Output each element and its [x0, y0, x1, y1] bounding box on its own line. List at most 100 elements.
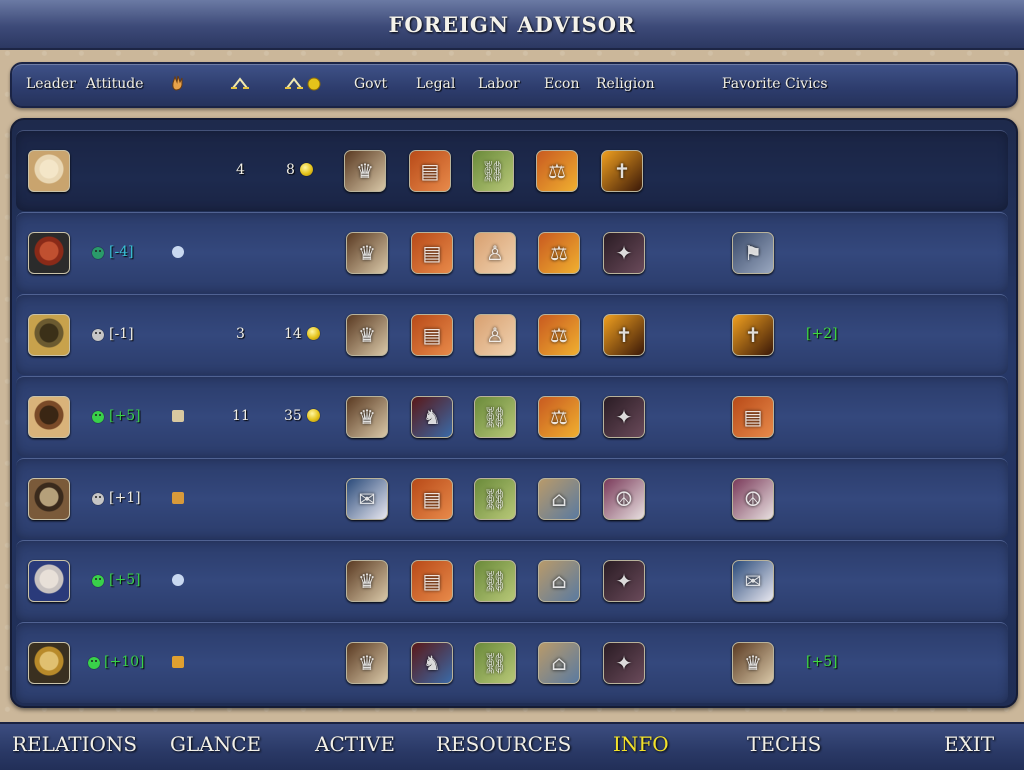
favorite-civic-pacifism-icon[interactable]: ☮: [732, 478, 774, 520]
header-religion: Religion: [596, 76, 655, 92]
civic-slavery-icon[interactable]: ⛓: [474, 396, 516, 438]
attitude-value: [+5]: [109, 572, 141, 588]
civic-representation-icon[interactable]: ✉: [346, 478, 388, 520]
civic-slavery-icon[interactable]: ⛓: [472, 150, 514, 192]
civic-organized-religion-icon[interactable]: ✦: [603, 560, 645, 602]
civic-glyph: ♛: [358, 569, 376, 593]
favorite-civic-theocracy-icon[interactable]: ✝: [732, 314, 774, 356]
nav-resources-button[interactable]: RESOURCES: [436, 732, 571, 756]
civic-glyph: ⌂: [551, 569, 567, 593]
leader-row: [+5] 11 35 ♛ ♞ ⛓ ⚖ ✦ ▤: [16, 376, 1008, 457]
civic-hereditary-rule-icon[interactable]: ♛: [346, 314, 388, 356]
defensive-pact-icon: [172, 410, 184, 422]
header-leader: Leader: [26, 76, 76, 92]
leader-portrait-hatshepsut[interactable]: [28, 642, 70, 684]
civic-glyph: ♛: [744, 651, 762, 675]
trade-gold-value: 35: [284, 408, 320, 424]
civic-slavery-icon[interactable]: ⛓: [474, 560, 516, 602]
attitude-pleased-icon: [92, 411, 104, 423]
leader-portrait-washington[interactable]: [28, 560, 70, 602]
civic-glyph: ▤: [422, 487, 442, 511]
civic-glyph: ⛓: [482, 569, 508, 593]
civic-glyph: ⚖: [550, 323, 568, 347]
civic-bureaucracy-icon[interactable]: ▤: [411, 314, 453, 356]
trade-gold-value: 14: [284, 326, 320, 342]
star-of-david-icon: [172, 246, 184, 258]
bottom-nav-bar: RELATIONS GLANCE ACTIVE RESOURCES INFO T…: [0, 722, 1024, 770]
civic-bureaucracy-icon[interactable]: ▤: [411, 478, 453, 520]
civic-hereditary-rule-icon[interactable]: ♛: [346, 396, 388, 438]
civic-glyph: ⌂: [551, 487, 567, 511]
civic-bureaucracy-icon[interactable]: ▤: [411, 232, 453, 274]
leader-portrait-huayna[interactable]: [28, 314, 70, 356]
civic-free-market-icon[interactable]: ⌂: [538, 560, 580, 602]
civic-slavery-icon[interactable]: ⛓: [474, 478, 516, 520]
gold-amount: 14: [284, 326, 302, 342]
civic-pacifism-icon[interactable]: ☮: [603, 478, 645, 520]
civic-organized-religion-icon[interactable]: ✦: [603, 642, 645, 684]
civic-caste-system-icon[interactable]: ♙: [474, 232, 516, 274]
hand-icon: [170, 74, 186, 96]
nav-glance-button[interactable]: GLANCE: [170, 732, 261, 756]
civic-glyph: ♛: [356, 159, 374, 183]
gold-coin-icon: [306, 409, 320, 422]
civic-organized-religion-icon[interactable]: ✦: [603, 232, 645, 274]
civic-mercantilism-icon[interactable]: ⚖: [538, 232, 580, 274]
header-attitude: Attitude: [86, 76, 144, 92]
favorite-civic-bureaucracy-icon[interactable]: ▤: [732, 396, 774, 438]
leader-portrait-peter[interactable]: [28, 396, 70, 438]
favorite-civic-hereditary-rule-icon[interactable]: ♛: [732, 642, 774, 684]
column-header-panel: Leader Attitude Govt Legal Labor Econ Re…: [10, 62, 1018, 108]
civic-mercantilism-icon[interactable]: ⚖: [538, 396, 580, 438]
nav-relations-button[interactable]: RELATIONS: [12, 732, 137, 756]
nav-info-button[interactable]: INFO: [613, 732, 669, 756]
favorite-civic-representation-icon[interactable]: ✉: [732, 560, 774, 602]
civic-mercantilism-icon[interactable]: ⚖: [536, 150, 578, 192]
gold-coin-icon: [306, 327, 320, 340]
nav-exit-button[interactable]: EXIT: [944, 732, 994, 756]
civic-theocracy-icon[interactable]: ✝: [601, 150, 643, 192]
leader-row: [+5] ♛ ▤ ⛓ ⌂ ✦ ✉: [16, 540, 1008, 621]
civic-hereditary-rule-icon[interactable]: ♛: [346, 642, 388, 684]
civic-hereditary-rule-icon[interactable]: ♛: [346, 560, 388, 602]
screen-title: FOREIGN ADVISOR: [388, 11, 636, 37]
trade-routes-icon: [230, 76, 250, 96]
civic-hereditary-rule-icon[interactable]: ♛: [346, 232, 388, 274]
civic-vassalage-icon[interactable]: ♞: [411, 396, 453, 438]
trade-gold-value: 8: [286, 162, 313, 178]
civic-hereditary-rule-icon[interactable]: ♛: [344, 150, 386, 192]
leader-portrait-player[interactable]: [28, 150, 70, 192]
trade-gold-icon: [284, 76, 324, 96]
header-govt: Govt: [354, 76, 388, 92]
attitude-value: [+1]: [109, 490, 141, 506]
civic-bureaucracy-icon[interactable]: ▤: [411, 560, 453, 602]
civic-bureaucracy-icon[interactable]: ▤: [409, 150, 451, 192]
civic-glyph: ♙: [486, 323, 504, 347]
civic-glyph: ✝: [613, 159, 631, 183]
civic-free-market-icon[interactable]: ⌂: [538, 478, 580, 520]
civic-glyph: ♞: [423, 405, 441, 429]
attitude-annoyed-icon: [92, 247, 104, 259]
nav-active-button[interactable]: ACTIVE: [315, 732, 395, 756]
civic-slavery-icon[interactable]: ⛓: [474, 642, 516, 684]
attitude-pleased-icon: [92, 575, 104, 587]
civic-caste-system-icon[interactable]: ♙: [474, 314, 516, 356]
hindu-shrine-icon: [172, 656, 184, 668]
leader-portrait-mansa[interactable]: [28, 478, 70, 520]
favorite-civic-police-state-icon[interactable]: ⚑: [732, 232, 774, 274]
civic-vassalage-icon[interactable]: ♞: [411, 642, 453, 684]
header-legal: Legal: [416, 76, 456, 92]
civic-theocracy-icon[interactable]: ✝: [603, 314, 645, 356]
favorite-civic-bonus: [+5]: [806, 654, 838, 670]
civic-glyph: ⛓: [480, 159, 506, 183]
trade-routes-value: 4: [236, 162, 245, 178]
nav-techs-button[interactable]: TECHS: [747, 732, 821, 756]
leader-portrait-montezuma[interactable]: [28, 232, 70, 274]
trade-routes-value: 11: [232, 408, 250, 424]
civic-mercantilism-icon[interactable]: ⚖: [538, 314, 580, 356]
civic-organized-religion-icon[interactable]: ✦: [603, 396, 645, 438]
civic-free-market-icon[interactable]: ⌂: [538, 642, 580, 684]
civic-glyph: ✦: [615, 651, 633, 675]
header-favorite-civics: Favorite Civics: [722, 76, 828, 92]
civic-glyph: ⛓: [482, 487, 508, 511]
